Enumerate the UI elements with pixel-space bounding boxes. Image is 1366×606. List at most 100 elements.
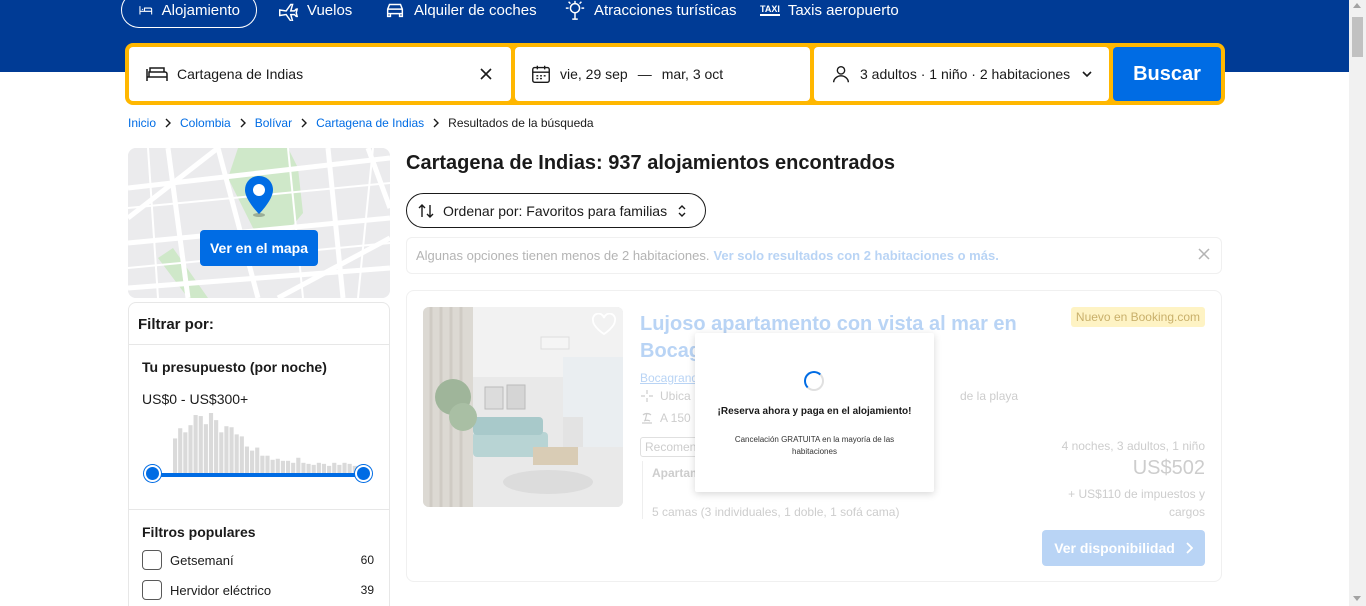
loading-spinner <box>804 371 824 391</box>
tab-atracciones[interactable]: Atracciones turísticas <box>564 0 737 28</box>
filters-panel: Filtrar por: Tu presupuesto (por noche) … <box>128 302 390 606</box>
location-link[interactable]: Bocagrand <box>640 371 698 385</box>
page-scrollbar[interactable] <box>1349 0 1366 606</box>
date-start: vie, 29 sep <box>560 66 628 82</box>
budget-title: Tu presupuesto (por noche) <box>142 359 327 375</box>
chevron-right-icon <box>165 118 172 128</box>
filter-option[interactable]: Getsemaní 60 <box>142 550 374 570</box>
tab-alquiler-coches[interactable]: Alquiler de coches <box>384 0 537 28</box>
guests-field[interactable]: 3 adultos · 1 niño · 2 habitaciones <box>814 47 1109 101</box>
divider <box>642 461 643 519</box>
histogram-bar <box>316 462 321 473</box>
filter-count: 60 <box>360 553 374 567</box>
chevron-right-icon <box>1186 542 1193 554</box>
attractions-icon <box>565 0 585 20</box>
notice-link[interactable]: Ver solo resultados con 2 habitaciones o… <box>713 248 998 263</box>
filter-option[interactable]: Hervidor eléctrico 39 <box>142 580 374 600</box>
histogram-bar <box>327 465 332 473</box>
sort-arrows-icon <box>418 203 434 218</box>
budget-range: US$0 - US$300+ <box>142 391 249 407</box>
close-icon[interactable] <box>1197 247 1211 261</box>
histogram-bar <box>347 463 352 473</box>
scroll-down-arrow-icon[interactable] <box>1353 596 1361 601</box>
tab-vuelos[interactable]: Vuelos <box>277 0 352 28</box>
booking-popup: ¡Reserva ahora y paga en el alojamiento!… <box>695 333 934 492</box>
histogram-bar <box>306 463 311 473</box>
property-photo[interactable] <box>423 307 623 507</box>
sort-label: Ordenar por: Favoritos para familias <box>443 202 668 219</box>
breadcrumb-bolivar[interactable]: Bolívar <box>255 116 292 130</box>
histogram-bar <box>173 438 178 473</box>
recommended-badge: Recomen <box>640 437 700 457</box>
checkbox[interactable] <box>142 580 162 600</box>
budget-slider-max-handle[interactable] <box>355 465 372 482</box>
breadcrumb: Inicio Colombia Bolívar Cartagena de Ind… <box>128 116 594 130</box>
histogram-bar <box>321 463 327 473</box>
tab-label: Taxis aeropuerto <box>787 1 899 19</box>
heart-icon[interactable] <box>591 313 617 337</box>
sort-button[interactable]: Ordenar por: Favoritos para familias <box>406 193 706 228</box>
button-label: Ver disponibilidad <box>1054 540 1175 556</box>
budget-slider-min-handle[interactable] <box>144 465 161 482</box>
property-title-line1: Lujoso apartamento con vista al mar en <box>640 313 1017 335</box>
popup-subtitle: Cancelación GRATUITA en la mayoría de la… <box>734 435 895 456</box>
bed-icon <box>139 6 153 15</box>
histogram-bar <box>250 450 255 473</box>
scrollbar-thumb[interactable] <box>1352 17 1363 57</box>
view-map-button[interactable]: Ver en el mapa <box>200 230 318 266</box>
histogram-bar <box>255 447 260 473</box>
scroll-up-arrow-icon[interactable] <box>1353 3 1361 8</box>
map-preview[interactable]: Ver en el mapa <box>128 148 390 298</box>
rooms-notice: Algunas opciones tienen menos de 2 habit… <box>406 237 1222 274</box>
breadcrumb-cartagena[interactable]: Cartagena de Indias <box>316 116 424 130</box>
checkbox[interactable] <box>142 550 162 570</box>
histogram-bar <box>280 460 285 473</box>
feature-location: Ubica <box>640 389 691 403</box>
histogram-bar <box>214 420 219 473</box>
histogram-bar <box>270 459 275 473</box>
histogram-bar <box>178 428 183 473</box>
chevron-down-icon <box>1082 71 1092 78</box>
property-title-line2: Bocag <box>640 340 702 362</box>
chevron-updown-icon <box>678 204 686 217</box>
histogram-bar <box>183 432 188 473</box>
car-icon <box>386 3 404 18</box>
histogram-bar <box>296 457 301 473</box>
breadcrumb-current: Resultados de la búsqueda <box>448 116 594 130</box>
stay-summary: 4 noches, 3 adultos, 1 niño <box>1061 439 1205 453</box>
new-badge: Nuevo en Booking.com <box>1070 307 1205 327</box>
filter-label: Hervidor eléctrico <box>170 582 272 598</box>
breadcrumb-inicio[interactable]: Inicio <box>128 116 156 130</box>
histogram-bar <box>239 436 244 473</box>
budget-slider-track <box>152 473 364 477</box>
histogram-bar <box>260 455 265 473</box>
beds-info: 5 camas (3 individuales, 1 doble, 1 sofá… <box>652 505 900 519</box>
dates-field[interactable]: vie, 29 sep — mar, 3 oct <box>515 47 810 101</box>
clear-icon[interactable] <box>479 67 493 81</box>
histogram-bar <box>301 462 306 473</box>
filter-count: 39 <box>360 583 374 597</box>
destination-value: Cartagena de Indias <box>177 66 304 82</box>
search-bar: Cartagena de Indias vie, 29 sep — mar, 3… <box>125 43 1225 105</box>
histogram-bar <box>244 446 250 473</box>
tab-label: Alojamiento <box>161 1 240 19</box>
tab-alojamiento[interactable]: Alojamiento <box>121 0 257 28</box>
histogram-bar <box>219 432 224 473</box>
feature-text-tail: de la playa <box>960 389 1019 403</box>
guests-value: 3 adultos · 1 niño · 2 habitaciones <box>860 66 1071 82</box>
destination-field[interactable]: Cartagena de Indias <box>129 47 511 101</box>
search-button[interactable]: Buscar <box>1113 47 1221 101</box>
histogram-bar <box>291 462 296 473</box>
histogram-bar <box>203 424 208 473</box>
view-availability-button[interactable]: Ver disponibilidad <box>1042 530 1205 566</box>
breadcrumb-colombia[interactable]: Colombia <box>180 116 231 130</box>
calendar-icon <box>532 65 550 83</box>
tab-taxis[interactable]: TAXI Taxis aeropuerto <box>760 0 899 28</box>
histogram-bar <box>208 413 214 473</box>
histogram-bar <box>224 426 229 473</box>
sparkle-icon <box>641 390 653 402</box>
popular-filters-title: Filtros populares <box>142 524 256 540</box>
price: US$502 <box>1132 457 1205 479</box>
histogram-bar <box>332 462 337 473</box>
person-icon <box>832 65 850 83</box>
